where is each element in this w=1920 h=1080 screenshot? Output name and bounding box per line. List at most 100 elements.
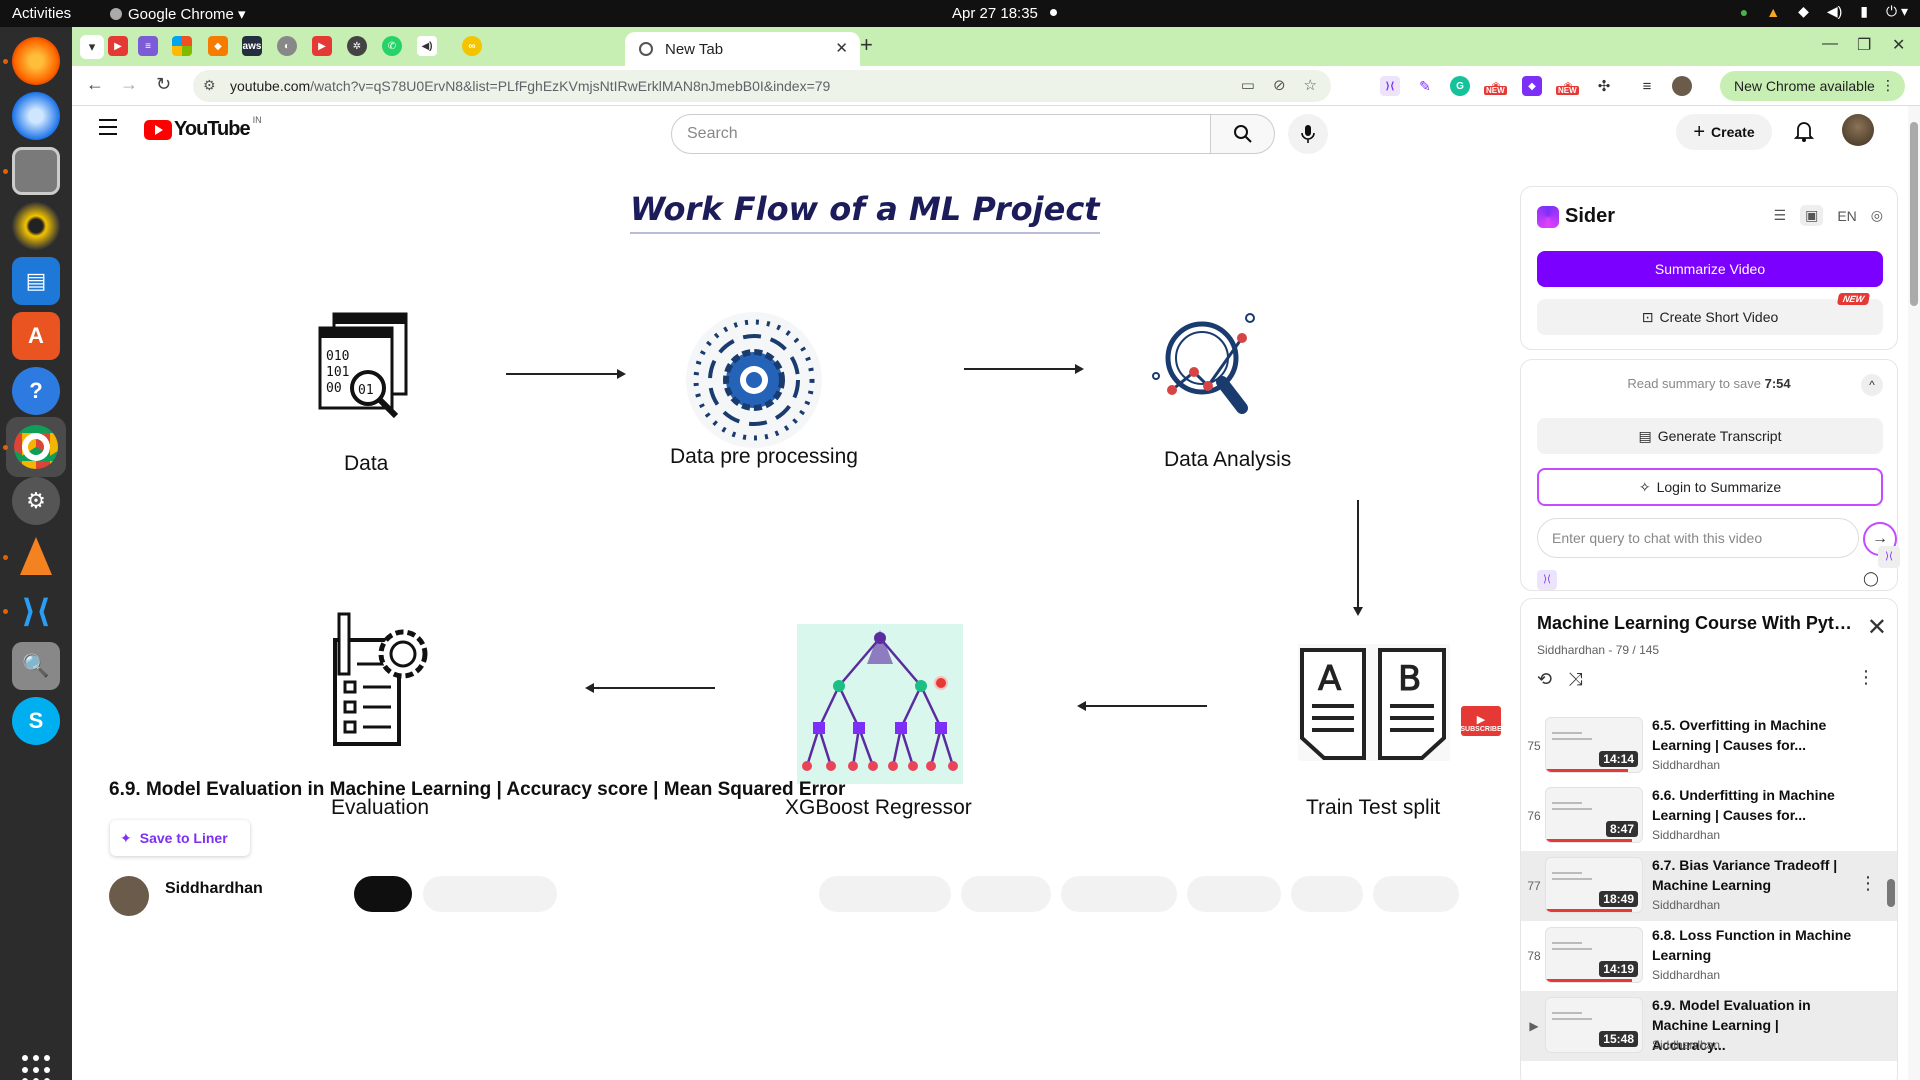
- extensions-puzzle-icon[interactable]: ✣: [1594, 76, 1614, 96]
- tab-new-tab[interactable]: New Tab ✕: [625, 32, 860, 66]
- vscode-icon[interactable]: ⟩⟨: [12, 587, 60, 635]
- update-chrome-button[interactable]: New Chrome available ⋮: [1720, 71, 1905, 101]
- audio-tab-icon[interactable]: ◀): [417, 36, 437, 56]
- firefox-icon[interactable]: [12, 37, 60, 85]
- thanks-button[interactable]: [1187, 876, 1281, 912]
- page-scrollbar[interactable]: [1908, 106, 1920, 1080]
- activities-button[interactable]: Activities: [12, 5, 71, 22]
- settings-icon[interactable]: ⚙: [12, 477, 60, 525]
- youtube-tab-icon[interactable]: ▶: [108, 36, 128, 56]
- extension-new-icon[interactable]: ❀NEW: [1484, 76, 1507, 96]
- eye-off-icon[interactable]: ⊘: [1273, 76, 1286, 94]
- generate-transcript-button[interactable]: ▤ Generate Transcript: [1537, 418, 1883, 454]
- clock[interactable]: Apr 27 18:35: [952, 5, 1057, 22]
- create-button[interactable]: + Create: [1676, 114, 1772, 150]
- maximize-icon[interactable]: ❐: [1857, 35, 1871, 55]
- link-tab-icon[interactable]: ∞: [462, 36, 482, 56]
- youtube-logo[interactable]: YouTube IN: [144, 115, 262, 141]
- magnifier-icon[interactable]: 🔍: [12, 642, 60, 690]
- system-tray[interactable]: ● ▲ ◆ ◀) ▮ ⏻ ▾: [1740, 3, 1908, 20]
- pen-extension-icon[interactable]: ✎: [1415, 76, 1435, 96]
- channel-avatar[interactable]: [109, 876, 149, 916]
- grammarly-extension-icon[interactable]: G: [1450, 76, 1470, 96]
- clip-button[interactable]: [1291, 876, 1363, 912]
- playlist-item[interactable]: 75 14:14 6.5. Overfitting in Machine Lea…: [1521, 711, 1897, 781]
- language-selector[interactable]: EN: [1837, 208, 1856, 224]
- close-tab-icon[interactable]: ✕: [835, 39, 848, 57]
- user-icon[interactable]: ◯: [1861, 570, 1881, 590]
- subtitle-icon[interactable]: ▣: [1800, 205, 1824, 226]
- address-bar[interactable]: ⚙ youtube.com/watch?v=qS78U0ErvN8&list=P…: [193, 70, 1331, 102]
- liner-extension-icon[interactable]: ◆: [1522, 76, 1542, 96]
- login-to-summarize-button[interactable]: ✧ Login to Summarize: [1537, 468, 1883, 506]
- aws-tab-icon[interactable]: aws: [242, 36, 262, 56]
- account-avatar[interactable]: [1842, 114, 1874, 146]
- playlist-item[interactable]: 78 14:19 6.8. Loss Function in Machine L…: [1521, 921, 1897, 991]
- thunderbird-icon[interactable]: [12, 92, 60, 140]
- bookmark-star-icon[interactable]: ☆: [1304, 76, 1317, 94]
- package-tab-icon[interactable]: ◆: [208, 36, 228, 56]
- vlc-icon[interactable]: [12, 532, 60, 580]
- close-icon[interactable]: ✕: [1867, 613, 1887, 642]
- save-button[interactable]: [1373, 876, 1459, 912]
- extension-new-icon[interactable]: ❀NEW: [1556, 76, 1579, 96]
- create-short-video-button[interactable]: ⊡ Create Short Video NEW: [1537, 293, 1883, 335]
- shuffle-icon[interactable]: ⤨: [1568, 669, 1582, 690]
- youtube-tab-icon[interactable]: ▶: [312, 36, 332, 56]
- scrollbar-thumb[interactable]: [1910, 122, 1918, 306]
- like-dislike-button[interactable]: [819, 876, 951, 912]
- new-tab-button[interactable]: +: [860, 32, 873, 58]
- loop-icon[interactable]: ⟲: [1537, 669, 1552, 690]
- search-button[interactable]: [1211, 114, 1275, 154]
- notifications-bell-icon[interactable]: [1793, 120, 1815, 147]
- reload-icon[interactable]: ↻: [156, 74, 171, 95]
- summarize-video-button[interactable]: Summarize Video: [1537, 251, 1883, 287]
- microsoft-tab-icon[interactable]: [172, 36, 192, 56]
- globe-tab-icon[interactable]: ◐: [277, 36, 297, 56]
- app-center-icon[interactable]: A: [12, 312, 60, 360]
- whatsapp-tab-icon[interactable]: ✆: [382, 36, 402, 56]
- save-to-liner-button[interactable]: ✦ Save to Liner: [110, 820, 250, 856]
- rhythmbox-icon[interactable]: [12, 202, 60, 250]
- video-player[interactable]: Work Flow of a ML Project 010 101 00 01 …: [109, 170, 1502, 819]
- playlist-item[interactable]: 76 8:47 6.6. Underfitting in Machine Lea…: [1521, 781, 1897, 851]
- settings-icon[interactable]: ◎: [1871, 207, 1883, 224]
- chat-input[interactable]: Enter query to chat with this video: [1537, 518, 1859, 558]
- sider-mini-icon[interactable]: ⟩⟨: [1537, 570, 1557, 590]
- profile-avatar[interactable]: [1672, 76, 1692, 96]
- writer-icon[interactable]: ▤: [12, 257, 60, 305]
- forward-icon[interactable]: →: [120, 74, 138, 95]
- minimize-icon[interactable]: —: [1822, 35, 1838, 53]
- openai-tab-icon[interactable]: ✲: [347, 36, 367, 56]
- reading-list-icon[interactable]: ≡: [1637, 76, 1657, 96]
- site-info-icon[interactable]: ⚙: [203, 77, 216, 94]
- files-icon[interactable]: [12, 147, 60, 195]
- chevron-up-icon[interactable]: ^: [1861, 374, 1883, 396]
- docs-tab-icon[interactable]: ≡: [138, 36, 158, 56]
- subscribed-button[interactable]: [423, 876, 557, 912]
- voice-search-button[interactable]: [1288, 114, 1328, 154]
- skype-icon[interactable]: S: [12, 697, 60, 745]
- show-apps-icon[interactable]: [22, 1055, 52, 1080]
- more-options-icon[interactable]: ⋮: [1857, 667, 1875, 688]
- join-button[interactable]: [354, 876, 412, 912]
- share-button[interactable]: [961, 876, 1051, 912]
- playlist-item[interactable]: 77 18:49 6.7. Bias Variance Tradeoff | M…: [1521, 851, 1897, 921]
- item-menu-icon[interactable]: ⋮: [1859, 873, 1877, 894]
- sider-sidebar-toggle-icon[interactable]: ⟩⟨: [1878, 546, 1900, 568]
- chrome-icon[interactable]: [6, 417, 66, 477]
- playlist-item-current[interactable]: ▶ 15:48 6.9. Model Evaluation in Machine…: [1521, 991, 1897, 1061]
- download-button[interactable]: [1061, 876, 1177, 912]
- app-menu[interactable]: Google Chrome ▾: [110, 5, 246, 23]
- help-icon[interactable]: ?: [12, 367, 60, 415]
- close-window-icon[interactable]: ✕: [1892, 35, 1905, 55]
- sider-extension-icon[interactable]: ⟩⟨: [1380, 76, 1400, 96]
- search-input[interactable]: Search: [671, 114, 1211, 154]
- hamburger-menu-icon[interactable]: [99, 119, 117, 140]
- playlist-title[interactable]: Machine Learning Course With Pyth...: [1537, 613, 1857, 634]
- list-icon[interactable]: ☰: [1774, 207, 1787, 224]
- install-app-icon[interactable]: ▭: [1241, 76, 1255, 94]
- playlist-scrollbar[interactable]: [1887, 879, 1895, 907]
- back-icon[interactable]: ←: [86, 74, 104, 95]
- tab-search-button[interactable]: ▾: [80, 35, 104, 59]
